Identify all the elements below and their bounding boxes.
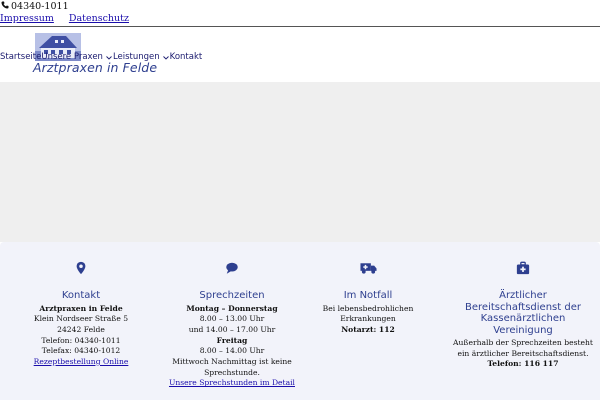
office-hours-detail-link[interactable]: Unsere Sprechstunden im Detail xyxy=(169,378,295,387)
friday-label: Freitag xyxy=(216,335,248,345)
friday-hours: 8.00 – 14.00 Uhr xyxy=(199,346,265,356)
weekday-range: Montag – Donnerstag xyxy=(186,303,278,313)
street-address: Klein Nordseer Straße 5 xyxy=(33,314,129,324)
hero-banner xyxy=(0,82,600,242)
top-links: Impressum Datenschutz xyxy=(0,13,129,25)
chevron-down-icon xyxy=(162,55,169,60)
contact-title: Kontakt xyxy=(61,290,101,301)
site-header: Startseite Unsere Praxen Leistungen Kont… xyxy=(0,28,600,82)
office-hours-column: Sprechzeiten Montag – Donnerstag 8.00 – … xyxy=(157,242,307,389)
practice-name: Arztpraxen in Felde xyxy=(39,303,123,313)
on-call-service-text: Außerhalb der Sprechzeiten besteht xyxy=(453,338,593,347)
emergency-text-end: Erkrankungen xyxy=(340,314,396,324)
afternoon-hours: und 14.00 – 17.00 Uhr xyxy=(188,324,276,334)
on-call-service-column: Ärztlicher Bereitschaftsdienst der Kasse… xyxy=(448,242,598,370)
impressum-link[interactable]: Impressum xyxy=(0,13,54,25)
info-section: Kontakt Arztpraxen in Felde Klein Nordse… xyxy=(0,242,600,400)
on-call-service-title: Ärztlicher Bereitschaftsdienst der Kasse… xyxy=(465,290,581,336)
top-bar: 04340-1011 Impressum Datenschutz xyxy=(0,0,600,27)
datenschutz-link[interactable]: Datenschutz xyxy=(69,13,129,25)
map-marker-icon xyxy=(6,261,156,277)
city: 24242 Felde xyxy=(57,324,105,334)
chevron-down-icon xyxy=(106,55,112,60)
ambulance-icon xyxy=(293,261,443,277)
phone-number: 04340-1011 xyxy=(1,1,69,13)
phone-icon xyxy=(1,1,9,13)
morning-hours: 8.00 – 13.00 Uhr xyxy=(199,314,265,324)
on-call-service-phone: Telefon: 116 117 xyxy=(487,359,559,369)
emergency-title: Im Notfall xyxy=(343,290,393,301)
chat-bubble-icon xyxy=(157,261,307,277)
nav-kontakt[interactable]: Kontakt xyxy=(170,52,203,63)
emergency-column: Im Notfall Bei lebensbedrohlichen Erkran… xyxy=(293,242,443,336)
phone-line: Telefon: 04340-1011 xyxy=(41,335,121,345)
office-hours-title: Sprechzeiten xyxy=(199,290,265,301)
wednesday-note-end: Sprechstunde. xyxy=(204,367,260,377)
emergency-number: Notarzt: 112 xyxy=(341,324,395,334)
contact-column: Kontakt Arztpraxen in Felde Klein Nordse… xyxy=(6,242,156,368)
prescription-order-link[interactable]: Rezeptbestellung Online xyxy=(34,357,129,366)
medical-kit-icon xyxy=(448,261,598,277)
fax-line: Telefax: 04340-1012 xyxy=(41,346,121,356)
emergency-text: Bei lebensbedrohlichen xyxy=(322,303,414,313)
logo-text[interactable]: Arztpraxen in Felde xyxy=(33,60,157,75)
on-call-service-text-end: ein ärztlicher Bereitschaftsdienst. xyxy=(457,348,589,358)
wednesday-note: Mittwoch Nachmittag ist keine xyxy=(172,357,292,367)
